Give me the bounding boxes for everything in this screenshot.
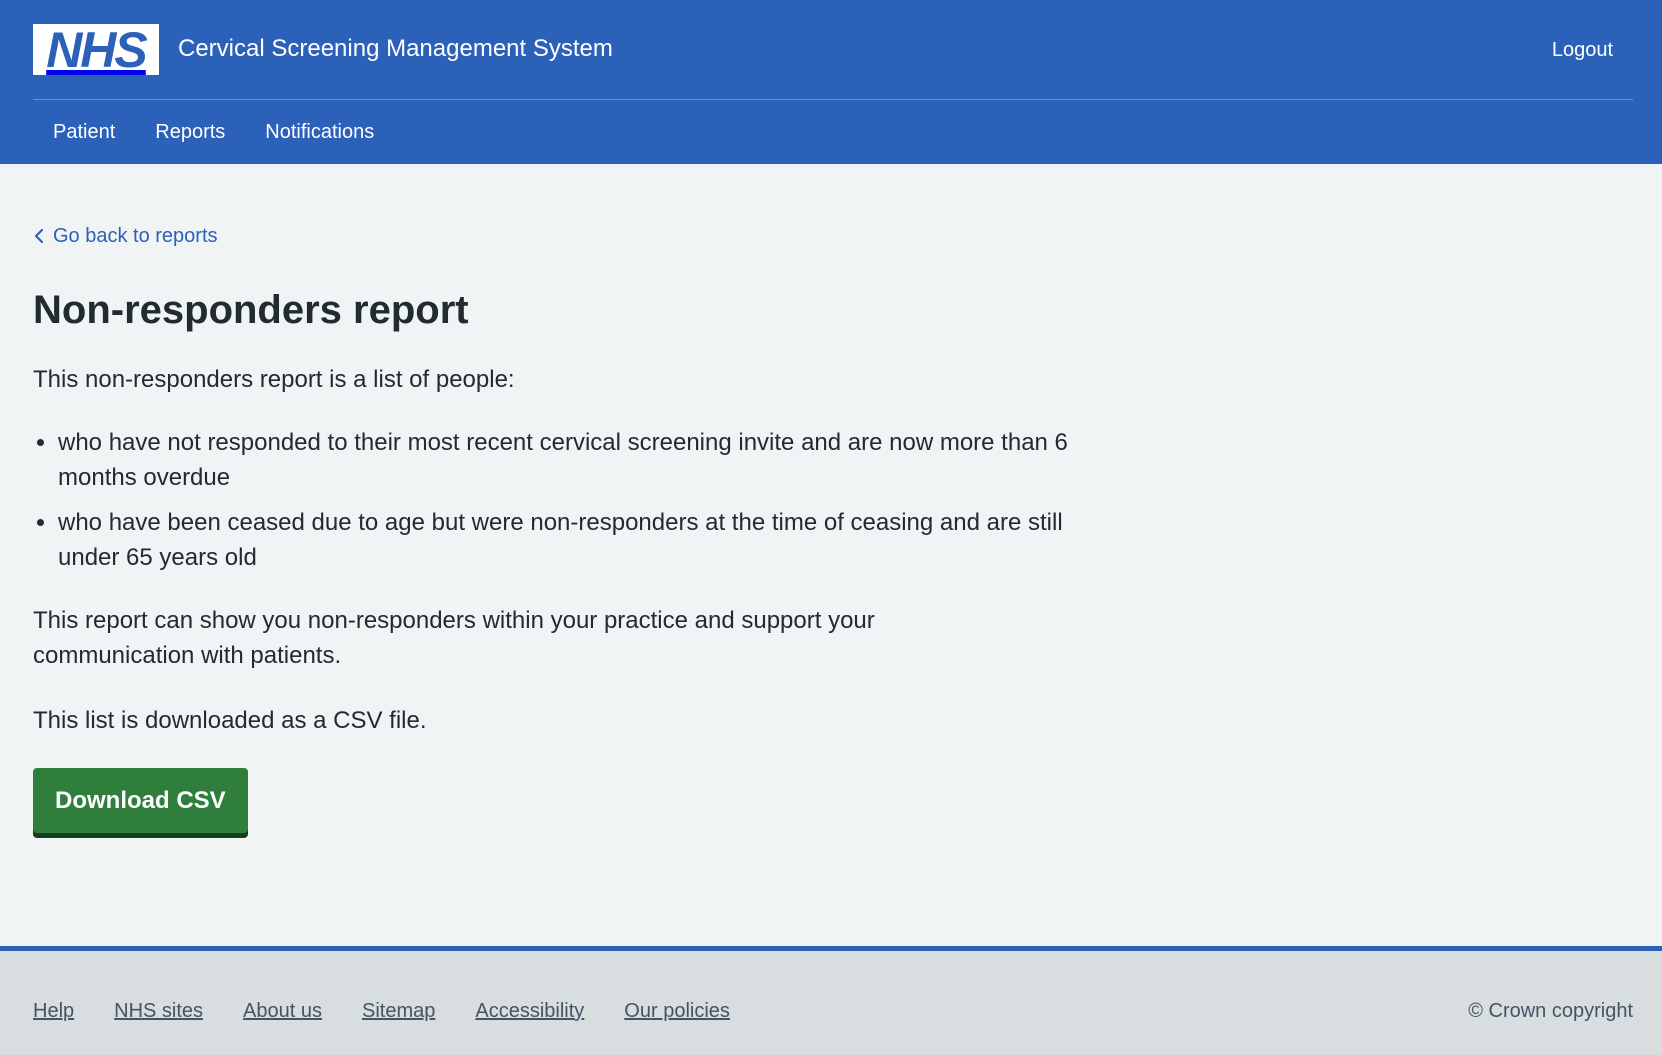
- main-content: Go back to reports Non-responders report…: [33, 222, 1073, 833]
- header-top: NHS Cervical Screening Management System…: [33, 24, 1633, 76]
- nav-item-notifications[interactable]: Notifications: [245, 118, 394, 146]
- intro-text: This non-responders report is a list of …: [33, 366, 515, 393]
- footer-link-sitemap[interactable]: Sitemap: [362, 997, 435, 1025]
- nhs-logo-text: NHS: [46, 21, 148, 78]
- site-header: NHS Cervical Screening Management System…: [0, 0, 1662, 164]
- footer-link-accessibility[interactable]: Accessibility: [475, 997, 584, 1025]
- site-footer: Help NHS sites About us Sitemap Accessib…: [0, 946, 1662, 1055]
- description-text: This report can show you non-responders …: [33, 607, 875, 669]
- list-item: who have not responded to their most rec…: [58, 425, 1073, 495]
- nav-item-patient[interactable]: Patient: [33, 118, 135, 146]
- format-text: This list is downloaded as a CSV file.: [33, 707, 427, 734]
- footer-link-our-policies[interactable]: Our policies: [624, 997, 730, 1025]
- footer-links: Help NHS sites About us Sitemap Accessib…: [33, 997, 770, 1025]
- chevron-left-icon: [34, 228, 44, 244]
- footer-link-nhs-sites[interactable]: NHS sites: [114, 997, 203, 1025]
- back-link[interactable]: Go back to reports: [33, 222, 218, 250]
- footer-link-help[interactable]: Help: [33, 997, 74, 1025]
- nhs-logo[interactable]: NHS: [33, 24, 159, 75]
- primary-navigation: Patient Reports Notifications: [33, 118, 394, 146]
- nav-item-reports[interactable]: Reports: [135, 118, 245, 146]
- page-title: Non-responders report: [33, 288, 469, 332]
- header-divider: [33, 99, 1633, 100]
- criteria-list: who have not responded to their most rec…: [33, 425, 1073, 575]
- download-csv-button[interactable]: Download CSV: [33, 768, 248, 833]
- back-link-label: Go back to reports: [53, 225, 218, 247]
- list-item: who have been ceased due to age but were…: [58, 505, 1073, 575]
- service-name[interactable]: Cervical Screening Management System: [178, 34, 613, 64]
- logout-link[interactable]: Logout: [1552, 36, 1613, 64]
- footer-link-about-us[interactable]: About us: [243, 997, 322, 1025]
- copyright-text: © Crown copyright: [1468, 1000, 1633, 1022]
